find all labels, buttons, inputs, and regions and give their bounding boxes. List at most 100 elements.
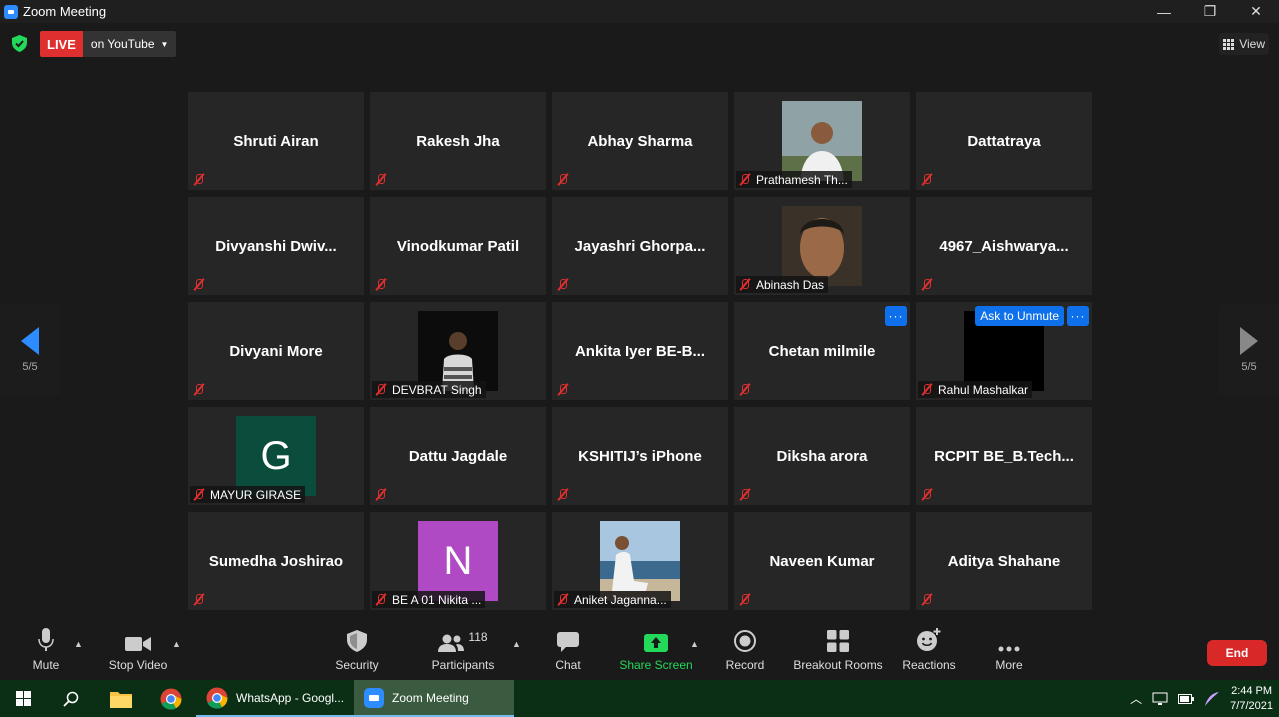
participant-tile[interactable]: G MAYUR GIRASE — [188, 407, 364, 505]
system-clock[interactable]: 2:44 PM 7/7/2021 — [1230, 684, 1273, 714]
participant-more-button[interactable]: ··· — [885, 306, 907, 326]
audio-options-caret[interactable]: ▲ — [74, 639, 83, 649]
participant-tile[interactable]: 4967_Aishwarya... — [916, 197, 1092, 295]
reactions-label: Reactions — [902, 658, 956, 672]
taskbar-whatsapp[interactable]: WhatsApp - Googl... — [196, 680, 355, 717]
more-button[interactable]: More — [992, 625, 1026, 680]
participant-tile[interactable]: Naveen Kumar — [734, 512, 910, 610]
participant-name: Divyani More — [229, 342, 323, 360]
participant-tile[interactable]: KSHITIJ’s iPhone — [552, 407, 728, 505]
security-button[interactable]: Security — [334, 625, 380, 680]
muted-mic-icon — [374, 488, 388, 501]
participant-status — [736, 381, 756, 398]
participant-status — [554, 486, 574, 503]
participant-name: Rakesh Jha — [416, 132, 500, 150]
reactions-button[interactable]: Reactions — [900, 625, 958, 680]
participant-tile[interactable]: N BE A 01 Nikita ... — [370, 512, 546, 610]
participant-tile[interactable]: Abinash Das — [734, 197, 910, 295]
participant-tile[interactable]: Rakesh Jha — [370, 92, 546, 190]
participants-count: 118 — [468, 630, 488, 644]
muted-mic-icon — [556, 278, 570, 291]
more-label: More — [995, 658, 1023, 672]
chrome-button[interactable] — [146, 680, 196, 717]
participant-name: Naveen Kumar — [769, 552, 875, 570]
participant-more-button[interactable]: ··· — [1067, 306, 1089, 326]
search-button[interactable] — [46, 680, 96, 717]
video-options-caret[interactable]: ▲ — [172, 639, 181, 649]
participant-tile[interactable]: Abhay Sharma — [552, 92, 728, 190]
participant-tile[interactable]: Sumedha Joshirao — [188, 512, 364, 610]
participant-status — [554, 276, 574, 293]
participant-status — [918, 171, 938, 188]
participant-video — [600, 521, 680, 601]
chevron-up-icon[interactable]: ︿ — [1130, 690, 1142, 707]
share-screen-button[interactable]: Share Screen — [619, 625, 693, 680]
previous-page-button[interactable]: 5/5 — [0, 305, 60, 395]
participant-tile[interactable]: Rahul Mashalkar Ask to Unmute ··· — [916, 302, 1092, 400]
muted-mic-icon — [192, 488, 206, 501]
muted-mic-icon — [738, 593, 752, 606]
ask-to-unmute-button[interactable]: Ask to Unmute — [975, 306, 1064, 326]
gallery-view-grid: Shruti Airan Rakesh Jha Abhay Sharma Pratha… — [188, 92, 1092, 610]
stream-destination: on YouTube — [90, 37, 155, 51]
chat-button[interactable]: Chat — [552, 625, 584, 680]
participant-tile[interactable]: Aniket Jaganna... — [552, 512, 728, 610]
participant-name: Sumedha Joshirao — [208, 552, 344, 570]
participant-tile[interactable]: Shruti Airan — [188, 92, 364, 190]
participant-tile[interactable]: Jayashri Ghorpa... — [552, 197, 728, 295]
participant-status — [190, 381, 210, 398]
start-button[interactable] — [0, 680, 46, 717]
stop-video-label: Stop Video — [108, 658, 168, 672]
participant-tile[interactable]: Ankita Iyer BE-B... — [552, 302, 728, 400]
next-page-button[interactable]: 5/5 — [1219, 305, 1279, 395]
muted-mic-icon — [192, 593, 206, 606]
battery-icon[interactable] — [1178, 693, 1195, 704]
file-explorer-button[interactable] — [96, 680, 146, 717]
muted-mic-icon — [374, 278, 388, 291]
participant-tile[interactable]: Vinodkumar Patil — [370, 197, 546, 295]
minimize-button[interactable]: — — [1141, 0, 1187, 23]
participant-tile[interactable]: Aditya Shahane — [916, 512, 1092, 610]
live-stream-badge[interactable]: LIVE on YouTube ▼ — [40, 31, 177, 57]
chrome-icon — [160, 688, 182, 710]
muted-mic-icon — [738, 488, 752, 501]
arrow-right-icon — [1240, 327, 1258, 355]
participants-options-caret[interactable]: ▲ — [512, 639, 521, 649]
taskbar-zoom[interactable]: Zoom Meeting — [354, 680, 515, 717]
breakout-rooms-button[interactable]: Breakout Rooms — [792, 625, 884, 680]
participant-tile[interactable]: RCPIT BE_B.Tech... — [916, 407, 1092, 505]
participant-status — [736, 486, 756, 503]
network-icon[interactable] — [1152, 692, 1168, 706]
participant-name: Abhay Sharma — [587, 132, 693, 150]
participant-tile[interactable]: DEVBRAT Singh — [370, 302, 546, 400]
participant-tile[interactable]: Divyani More — [188, 302, 364, 400]
meeting-toolbar: Mute ▲ Stop Video ▲ Security 118 Partici… — [0, 625, 1279, 680]
participant-tile[interactable]: Diksha arora — [734, 407, 910, 505]
participant-tile[interactable]: Dattu Jagdale — [370, 407, 546, 505]
restore-button[interactable]: ❐ — [1187, 0, 1233, 23]
participant-tile[interactable]: Dattatraya — [916, 92, 1092, 190]
muted-mic-icon — [738, 278, 752, 291]
stop-video-button[interactable]: Stop Video — [106, 625, 170, 680]
close-button[interactable]: ✕ — [1233, 0, 1279, 23]
participant-tile[interactable]: Chetan milmile ··· — [734, 302, 910, 400]
participant-tile[interactable]: Prathamesh Th... — [734, 92, 910, 190]
share-screen-label: Share Screen — [619, 658, 693, 672]
participant-name: Dattu Jagdale — [408, 447, 508, 465]
participant-tile[interactable]: Divyanshi Dwiv... — [188, 197, 364, 295]
participant-status — [372, 486, 392, 503]
end-meeting-button[interactable]: End — [1207, 640, 1267, 666]
record-button[interactable]: Record — [724, 625, 766, 680]
mute-button[interactable]: Mute — [26, 625, 66, 680]
participant-name: Ankita Iyer BE-B... — [574, 342, 706, 360]
security-label: Security — [335, 658, 379, 672]
muted-mic-icon — [920, 173, 934, 186]
share-options-caret[interactable]: ▲ — [690, 639, 699, 649]
participants-button[interactable]: 118 Participants — [430, 625, 496, 680]
participant-video — [418, 311, 498, 391]
participant-avatar: N — [418, 521, 498, 601]
pen-feather-icon[interactable] — [1204, 691, 1220, 707]
view-button[interactable]: View — [1219, 33, 1269, 55]
encryption-shield-icon[interactable] — [12, 35, 27, 52]
participant-name: Rahul Mashalkar — [938, 382, 1029, 397]
